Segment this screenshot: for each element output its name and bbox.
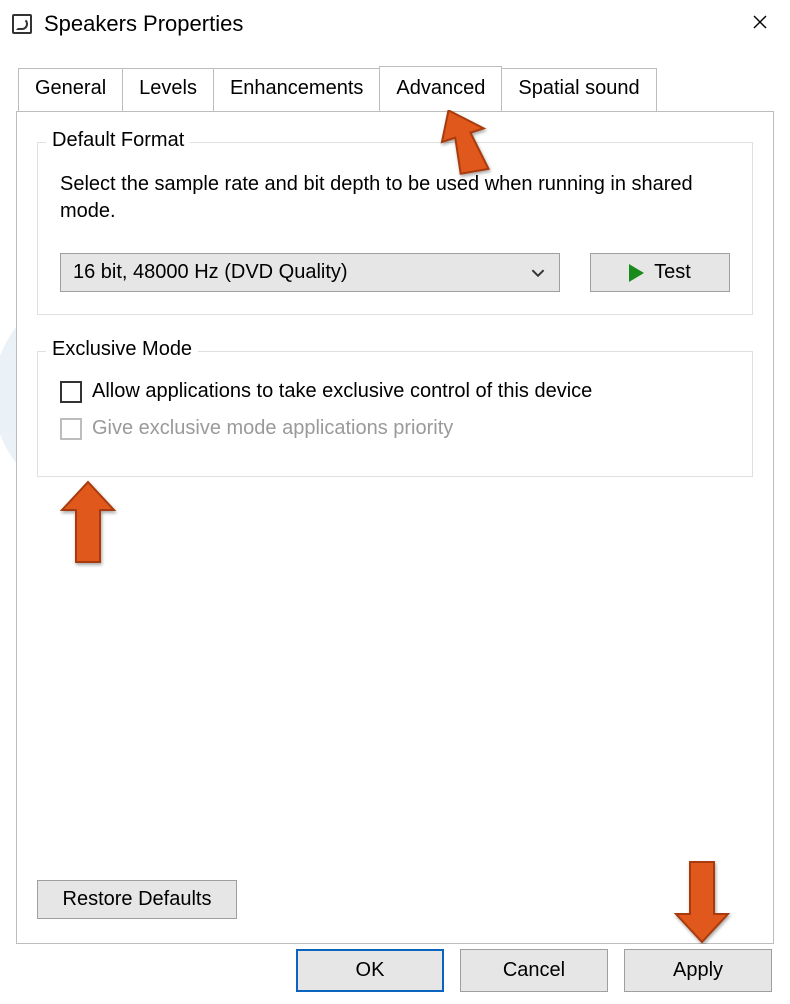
legend-exclusive-mode: Exclusive Mode <box>46 338 198 361</box>
restore-defaults-button[interactable]: Restore Defaults <box>37 880 237 919</box>
speaker-icon <box>12 14 32 34</box>
tab-general[interactable]: General <box>18 68 123 111</box>
tab-enhancements[interactable]: Enhancements <box>213 68 380 111</box>
close-icon <box>752 12 768 36</box>
sample-rate-selected: 16 bit, 48000 Hz (DVD Quality) <box>73 261 348 284</box>
dialog-footer: OK Cancel Apply <box>0 949 790 992</box>
allow-exclusive-label: Allow applications to take exclusive con… <box>92 380 592 403</box>
cancel-button[interactable]: Cancel <box>460 949 608 992</box>
tab-levels[interactable]: Levels <box>122 68 214 111</box>
priority-checkbox <box>60 418 82 440</box>
allow-exclusive-checkbox[interactable] <box>60 381 82 403</box>
group-default-format: Default Format Select the sample rate an… <box>37 142 753 315</box>
group-exclusive-mode: Exclusive Mode Allow applications to tak… <box>37 351 753 477</box>
play-icon <box>629 264 644 282</box>
apply-button[interactable]: Apply <box>624 949 772 992</box>
allow-exclusive-row: Allow applications to take exclusive con… <box>60 380 730 403</box>
priority-label: Give exclusive mode applications priorit… <box>92 417 453 440</box>
window-title: Speakers Properties <box>44 11 736 37</box>
default-format-row: 16 bit, 48000 Hz (DVD Quality) Test <box>60 253 730 292</box>
titlebar: Speakers Properties <box>0 0 790 48</box>
priority-row: Give exclusive mode applications priorit… <box>60 417 730 440</box>
tab-spatial-sound[interactable]: Spatial sound <box>501 68 656 111</box>
tab-strip: General Levels Enhancements Advanced Spa… <box>16 68 774 112</box>
restore-defaults-wrap: Restore Defaults <box>37 880 237 919</box>
ok-button[interactable]: OK <box>296 949 444 992</box>
tab-advanced[interactable]: Advanced <box>379 66 502 109</box>
legend-default-format: Default Format <box>46 129 190 152</box>
tab-list: General Levels Enhancements Advanced Spa… <box>16 68 774 111</box>
sample-rate-dropdown[interactable]: 16 bit, 48000 Hz (DVD Quality) <box>60 253 560 292</box>
close-button[interactable] <box>736 0 784 48</box>
test-button[interactable]: Test <box>590 253 730 292</box>
tab-panel-advanced: Default Format Select the sample rate an… <box>16 112 774 944</box>
chevron-down-icon <box>529 264 547 282</box>
test-label: Test <box>654 261 691 284</box>
default-format-description: Select the sample rate and bit depth to … <box>60 171 730 225</box>
